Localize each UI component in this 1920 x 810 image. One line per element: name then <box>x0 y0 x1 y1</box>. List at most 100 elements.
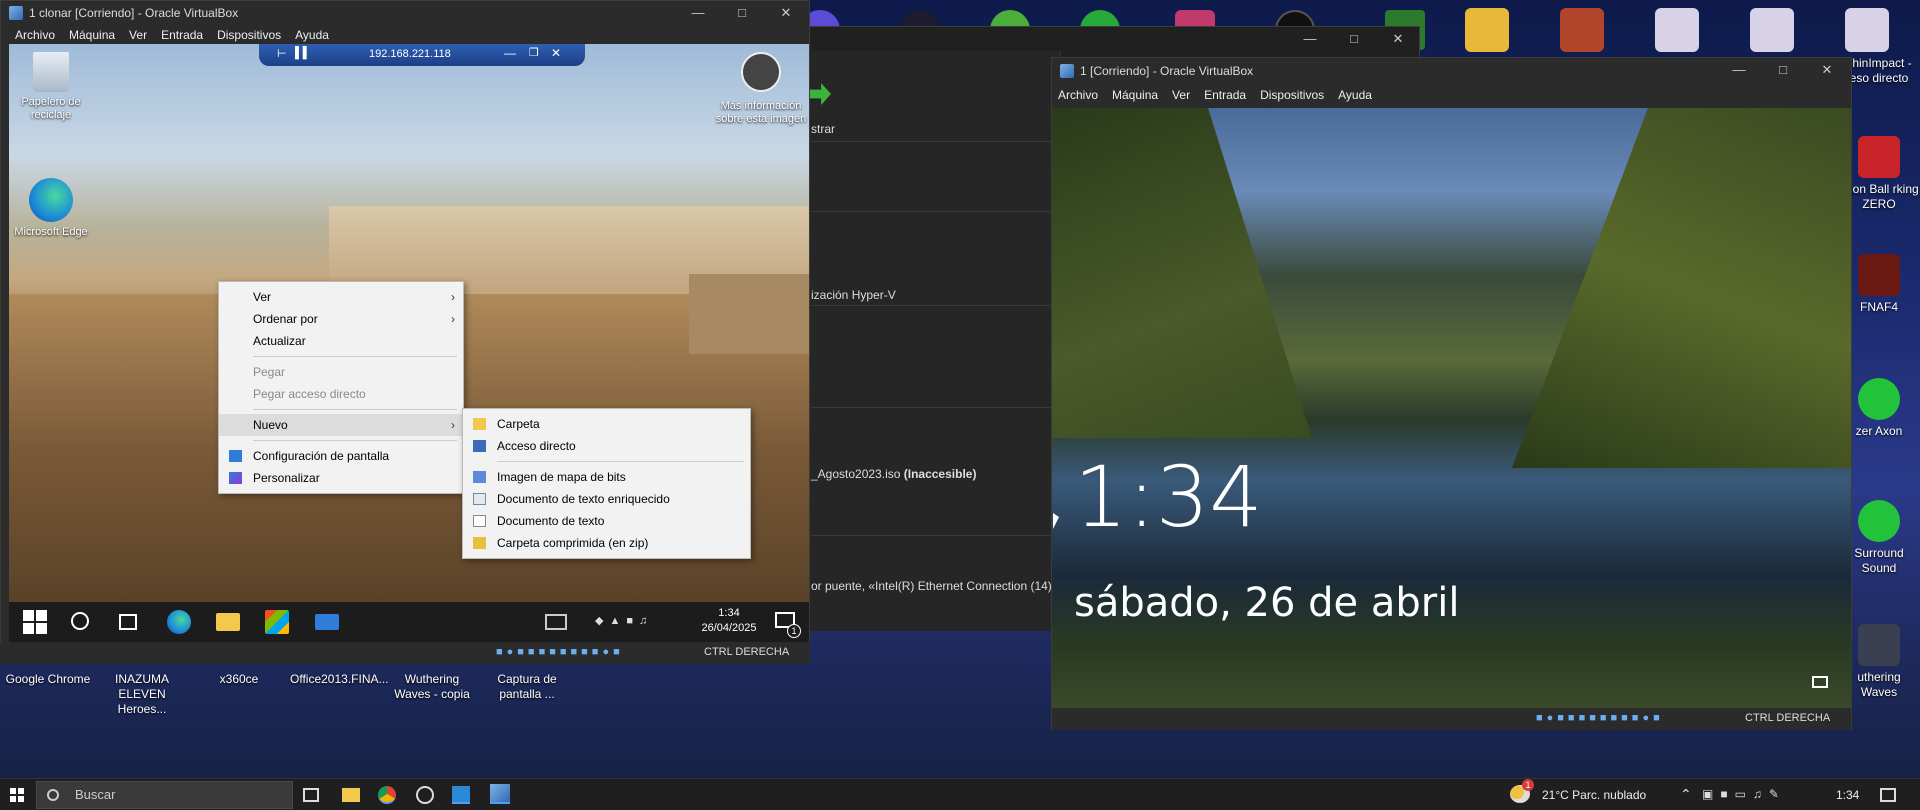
system-tray-icons[interactable]: ▣■▭♫✎ <box>1702 787 1786 801</box>
bitmap-icon <box>473 471 486 483</box>
guest-clock[interactable]: 1:34 26/04/2025 <box>689 606 769 636</box>
search-box[interactable]: Buscar <box>36 781 293 809</box>
vm-device-icons[interactable]: ■●■■■■■■■■●■ <box>1536 712 1664 724</box>
divider <box>811 305 1061 306</box>
menu-ayuda[interactable]: Ayuda <box>1338 88 1372 102</box>
show-label[interactable]: strar <box>811 122 835 136</box>
app-icon[interactable] <box>1465 8 1509 52</box>
menu-item-actualizar[interactable]: Actualizar <box>219 330 463 352</box>
edge-icon[interactable]: Microsoft Edge <box>9 178 93 239</box>
menu-item-zip[interactable]: Carpeta comprimida (en zip) <box>463 532 750 554</box>
recycle-bin-icon[interactable]: Papelero de reciclaje <box>9 52 93 122</box>
chrome-icon[interactable] <box>378 786 396 804</box>
edge-taskbar-icon[interactable] <box>167 610 191 634</box>
maximize-icon[interactable]: □ <box>719 1 765 25</box>
vm-device-icons[interactable]: ■●■■■■■■■■●■ <box>496 646 624 658</box>
text-document-icon <box>473 515 486 527</box>
task-view-icon[interactable] <box>303 788 319 802</box>
desktop-icon-chrome[interactable]: Google Chrome <box>2 672 94 687</box>
spotlight-info-icon[interactable]: Más información sobre esta imagen <box>713 52 809 126</box>
mail-icon[interactable] <box>315 614 339 630</box>
menu-item-ver[interactable]: Ver › <box>219 286 463 308</box>
app-icon[interactable] <box>1560 8 1604 52</box>
notification-icon[interactable] <box>1880 788 1896 802</box>
app-icon[interactable] <box>1845 8 1889 52</box>
menu-item-label: Imagen de mapa de bits <box>497 470 626 484</box>
desktop-icon-label: Office2013.FINA... <box>290 672 389 686</box>
app-icon[interactable] <box>1750 8 1794 52</box>
chevron-up-icon[interactable]: ⌃ <box>1680 786 1692 803</box>
iso-status: (Inaccesible) <box>903 467 977 481</box>
menu-archivo[interactable]: Archivo <box>1058 88 1098 102</box>
menu-entrada[interactable]: Entrada <box>1204 88 1246 102</box>
desktop-icon-label: Más información sobre esta imagen <box>715 100 807 125</box>
news-icon[interactable] <box>545 614 567 630</box>
minimize-icon[interactable]: — <box>675 1 721 25</box>
vm1-guest-desktop[interactable]: ⊢ ▌▌ 192.168.221.118 — ❐ ✕ Papelero de r… <box>9 44 809 602</box>
vm1-guest-taskbar: ◆▲■♫ 1:34 26/04/2025 1 <box>9 602 809 642</box>
store-icon[interactable] <box>265 610 289 634</box>
detail-text: _Agosto2023.iso (Inaccesible) <box>811 467 976 481</box>
close-icon[interactable]: ✕ <box>1375 27 1421 51</box>
app-icon <box>1858 624 1900 666</box>
desktop-icon-screenshot[interactable]: Captura de pantalla ... <box>481 672 573 702</box>
recycle-bin-image <box>33 52 69 92</box>
vm1-statusbar: ■●■■■■■■■■●■ CTRL DERECHA <box>0 642 810 664</box>
menu-maquina[interactable]: Máquina <box>1112 88 1158 102</box>
menu-item-ordenar[interactable]: Ordenar por › <box>219 308 463 330</box>
desktop-icon-inazuma[interactable]: INAZUMA ELEVEN Heroes... <box>96 672 188 717</box>
menu-item-nuevo[interactable]: Nuevo › <box>219 414 463 436</box>
visual-studio-icon[interactable] <box>452 786 470 804</box>
app-icon[interactable] <box>1655 8 1699 52</box>
restore-icon[interactable]: ❐ <box>529 46 539 59</box>
weather-text[interactable]: 21°C Parc. nublado <box>1542 788 1646 802</box>
menu-item-config-pantalla[interactable]: Configuración de pantalla <box>219 445 463 467</box>
task-view-icon[interactable] <box>119 614 137 630</box>
menu-item-pegar-acceso[interactable]: Pegar acceso directo <box>219 383 463 405</box>
maximize-icon[interactable]: □ <box>1331 27 1377 51</box>
menu-ayuda[interactable]: Ayuda <box>295 28 329 42</box>
menu-item-label: Acceso directo <box>497 439 576 453</box>
desktop-icon-label: x360ce <box>219 672 259 686</box>
menu-dispositivos[interactable]: Dispositivos <box>1260 88 1324 102</box>
file-explorer-icon[interactable] <box>216 613 240 631</box>
close-icon[interactable]: ✕ <box>763 1 809 25</box>
host-time[interactable]: 1:34 <box>1836 788 1859 802</box>
windows-start-icon[interactable] <box>23 610 47 634</box>
menu-item-pegar[interactable]: Pegar <box>219 361 463 383</box>
minimize-icon[interactable]: — <box>1716 58 1762 82</box>
menu-divider <box>497 461 744 462</box>
pin-icon[interactable]: ⊢ <box>277 47 287 60</box>
menu-item-personalizar[interactable]: Personalizar <box>219 467 463 489</box>
menu-ver[interactable]: Ver <box>129 28 147 42</box>
desktop-icon-office[interactable]: Office2013.FINA... <box>290 672 389 687</box>
menu-item-txt[interactable]: Documento de texto <box>463 510 750 532</box>
guest-tray-icons[interactable]: ◆▲■♫ <box>595 614 653 627</box>
desktop-icon-wuthering-copy[interactable]: Wuthering Waves - copia <box>386 672 478 702</box>
vm2-lockscreen[interactable]: 1:34 sábado, 26 de abril <box>1052 108 1851 708</box>
minimize-icon[interactable]: — <box>1287 27 1333 51</box>
menu-archivo[interactable]: Archivo <box>15 28 55 42</box>
menu-item-acceso-directo[interactable]: Acceso directo <box>463 435 750 457</box>
menu-item-label: Personalizar <box>253 471 320 485</box>
menu-item-bitmap[interactable]: Imagen de mapa de bits <box>463 466 750 488</box>
desktop-icon-x360ce[interactable]: x360ce <box>193 672 285 687</box>
close-icon[interactable]: ✕ <box>1804 58 1850 82</box>
menu-ver[interactable]: Ver <box>1172 88 1190 102</box>
remote-connection-bar[interactable]: ⊢ ▌▌ 192.168.221.118 — ❐ ✕ <box>259 44 585 66</box>
menu-entrada[interactable]: Entrada <box>161 28 203 42</box>
menu-item-carpeta[interactable]: Carpeta <box>463 413 750 435</box>
maximize-icon[interactable]: □ <box>1760 58 1806 82</box>
menu-item-label: Configuración de pantalla <box>253 449 390 463</box>
virtualbox-taskbar-icon[interactable] <box>490 784 510 804</box>
whatsapp-icon[interactable] <box>416 786 434 804</box>
network-icon[interactable] <box>1812 676 1828 688</box>
menu-item-rtf[interactable]: Documento de texto enriquecido <box>463 488 750 510</box>
menu-dispositivos[interactable]: Dispositivos <box>217 28 281 42</box>
minimize-icon[interactable]: — <box>504 46 516 60</box>
windows-start-icon[interactable] <box>10 788 24 802</box>
close-icon[interactable]: ✕ <box>551 46 561 60</box>
file-explorer-icon[interactable] <box>342 788 360 802</box>
search-icon[interactable] <box>71 612 89 630</box>
menu-maquina[interactable]: Máquina <box>69 28 115 42</box>
